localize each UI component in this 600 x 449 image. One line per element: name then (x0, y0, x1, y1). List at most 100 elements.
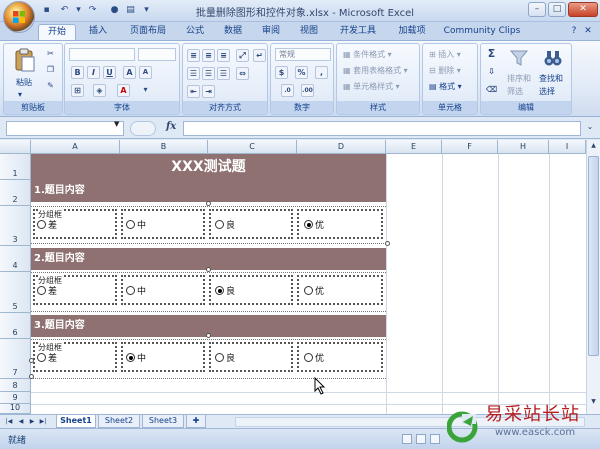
save-icon[interactable]: ▪ (40, 4, 53, 17)
page-break-view-icon[interactable] (430, 434, 440, 444)
accounting-format-icon[interactable]: $ (275, 66, 288, 79)
font-color-button[interactable]: A (117, 84, 130, 97)
insert-sheet-icon[interactable]: ✚ (186, 415, 206, 428)
name-box-dropdown-icon[interactable]: ▼ (114, 120, 119, 128)
row-header-10[interactable]: 10 (0, 403, 31, 414)
format-painter-icon[interactable]: ✎ (44, 80, 57, 93)
selection-handle[interactable] (206, 333, 211, 338)
formula-input[interactable] (183, 121, 581, 136)
question-1-header[interactable]: 1.题目内容 (31, 180, 386, 202)
tab-review[interactable]: 审阅 (256, 24, 286, 40)
italic-button[interactable]: I (87, 66, 100, 79)
option-button[interactable]: 中 (126, 352, 146, 366)
sheet-tab-3[interactable]: Sheet3 (142, 415, 184, 428)
sheet-tab-1[interactable]: Sheet1 (56, 415, 96, 428)
name-box[interactable] (6, 121, 124, 136)
decrease-decimal-icon[interactable]: .00 (301, 84, 314, 97)
office-button[interactable] (3, 1, 35, 33)
wrap-text-icon[interactable]: ↵ (253, 49, 266, 62)
tab-add-ins[interactable]: 加载项 (392, 24, 432, 40)
tab-developer[interactable]: 开发工具 (334, 24, 382, 40)
sheet-title-cell[interactable]: XXX测试题 (31, 154, 386, 180)
row-header-2[interactable]: 2 (0, 180, 31, 206)
selection-handle[interactable] (29, 358, 34, 363)
option-button[interactable]: 优 (304, 219, 324, 233)
undo-icon[interactable]: ↶ (58, 4, 71, 17)
option-button[interactable]: 优 (304, 352, 324, 366)
option-button[interactable]: 优 (304, 285, 324, 299)
shrink-font-icon[interactable]: A (139, 66, 152, 79)
align-left-icon[interactable]: ☰ (187, 67, 200, 80)
row-header-4[interactable]: 4 (0, 246, 31, 272)
find-select-label-2[interactable]: 选择 (539, 85, 555, 99)
column-header-d[interactable]: D (297, 140, 386, 154)
selection-handle[interactable] (206, 201, 211, 206)
customize-qat-icon[interactable]: ▾ (140, 4, 153, 17)
decrease-indent-icon[interactable]: ⇤ (187, 85, 200, 98)
column-header-e[interactable]: E (386, 140, 442, 154)
next-sheet-icon[interactable]: ▶ (27, 417, 37, 427)
scroll-up-icon[interactable]: ▲ (588, 142, 599, 154)
maximize-button[interactable]: □ (548, 2, 566, 17)
expand-formula-bar-icon[interactable]: ⌄ (584, 122, 596, 135)
align-middle-icon[interactable]: ≡ (202, 49, 215, 62)
format-cells-button[interactable]: ▤ 格式 ▾ (429, 80, 462, 94)
font-size-combo[interactable] (138, 48, 176, 61)
option-button[interactable]: 中 (126, 285, 146, 299)
format-as-table-button[interactable]: ▦ 套用表格格式 ▾ (343, 64, 408, 78)
row-header-8[interactable]: 8 (0, 379, 31, 392)
paste-icon[interactable] (14, 48, 36, 72)
fill-color-icon[interactable]: ◈ (93, 84, 106, 97)
align-right-icon[interactable]: ☰ (217, 67, 230, 80)
percent-button[interactable]: % (295, 66, 308, 79)
selection-handle[interactable] (29, 374, 34, 379)
clear-icon[interactable]: ⌫ (485, 84, 498, 97)
vertical-scrollbar[interactable]: ▲ ▼ (586, 140, 600, 414)
selection-handle[interactable] (385, 241, 390, 246)
close-button[interactable]: ✕ (568, 2, 598, 17)
last-sheet-icon[interactable]: ▶| (38, 417, 48, 427)
underline-button[interactable]: U (103, 66, 116, 79)
cut-icon[interactable]: ✂ (44, 48, 57, 61)
increase-indent-icon[interactable]: ⇥ (202, 85, 215, 98)
tab-view[interactable]: 视图 (294, 24, 324, 40)
ribbon-close-icon[interactable]: ✕ (582, 24, 594, 40)
align-center-icon[interactable]: ☰ (202, 67, 215, 80)
tab-home[interactable]: 开始 (38, 24, 76, 40)
bold-button[interactable]: B (71, 66, 84, 79)
comma-button[interactable]: , (315, 66, 328, 79)
conditional-format-button[interactable]: ▦ 条件格式 ▾ (343, 48, 392, 62)
option-button[interactable]: 差 (37, 352, 57, 366)
paste-dropdown-icon[interactable]: ▾ (18, 88, 22, 102)
copy-icon[interactable]: ❐ (44, 64, 57, 77)
column-header-f[interactable]: F (442, 140, 498, 154)
insert-cells-button[interactable]: ⊞ 插入 ▾ (429, 48, 461, 62)
cell-styles-button[interactable]: ▦ 单元格样式 ▾ (343, 80, 400, 94)
record-macro-icon[interactable]: ● (108, 4, 121, 17)
borders-icon[interactable]: ⊞ (71, 84, 84, 97)
tab-community-clips[interactable]: Community Clips (440, 24, 524, 40)
row-header-1[interactable]: 1 (0, 154, 31, 180)
option-button[interactable]: 良 (215, 285, 235, 299)
sort-filter-label-1[interactable]: 排序和 (507, 72, 531, 86)
column-header-h[interactable]: H (498, 140, 549, 154)
column-header-c[interactable]: C (208, 140, 297, 154)
first-sheet-icon[interactable]: |◀ (4, 417, 14, 427)
vertical-scroll-thumb[interactable] (588, 156, 599, 356)
number-format-combo[interactable]: 常规 (275, 48, 331, 61)
fill-icon[interactable]: ⇩ (485, 66, 498, 79)
prev-sheet-icon[interactable]: ◀ (16, 417, 26, 427)
tab-page-layout[interactable]: 页面布局 (122, 24, 174, 40)
binoculars-icon[interactable] (543, 48, 563, 68)
autosum-button[interactable]: Σ (485, 48, 498, 61)
column-header-i[interactable]: I (549, 140, 586, 154)
selection-handle[interactable] (206, 267, 211, 272)
align-top-icon[interactable]: ≡ (187, 49, 200, 62)
sort-filter-label-2[interactable]: 筛选 (507, 85, 523, 99)
align-bottom-icon[interactable]: ≡ (217, 49, 230, 62)
font-color-dropdown-icon[interactable]: ▾ (139, 84, 152, 97)
normal-view-icon[interactable] (402, 434, 412, 444)
page-layout-view-icon[interactable] (416, 434, 426, 444)
delete-cells-button[interactable]: ⊟ 删除 ▾ (429, 64, 461, 78)
redo-icon[interactable]: ↷ (86, 4, 99, 17)
